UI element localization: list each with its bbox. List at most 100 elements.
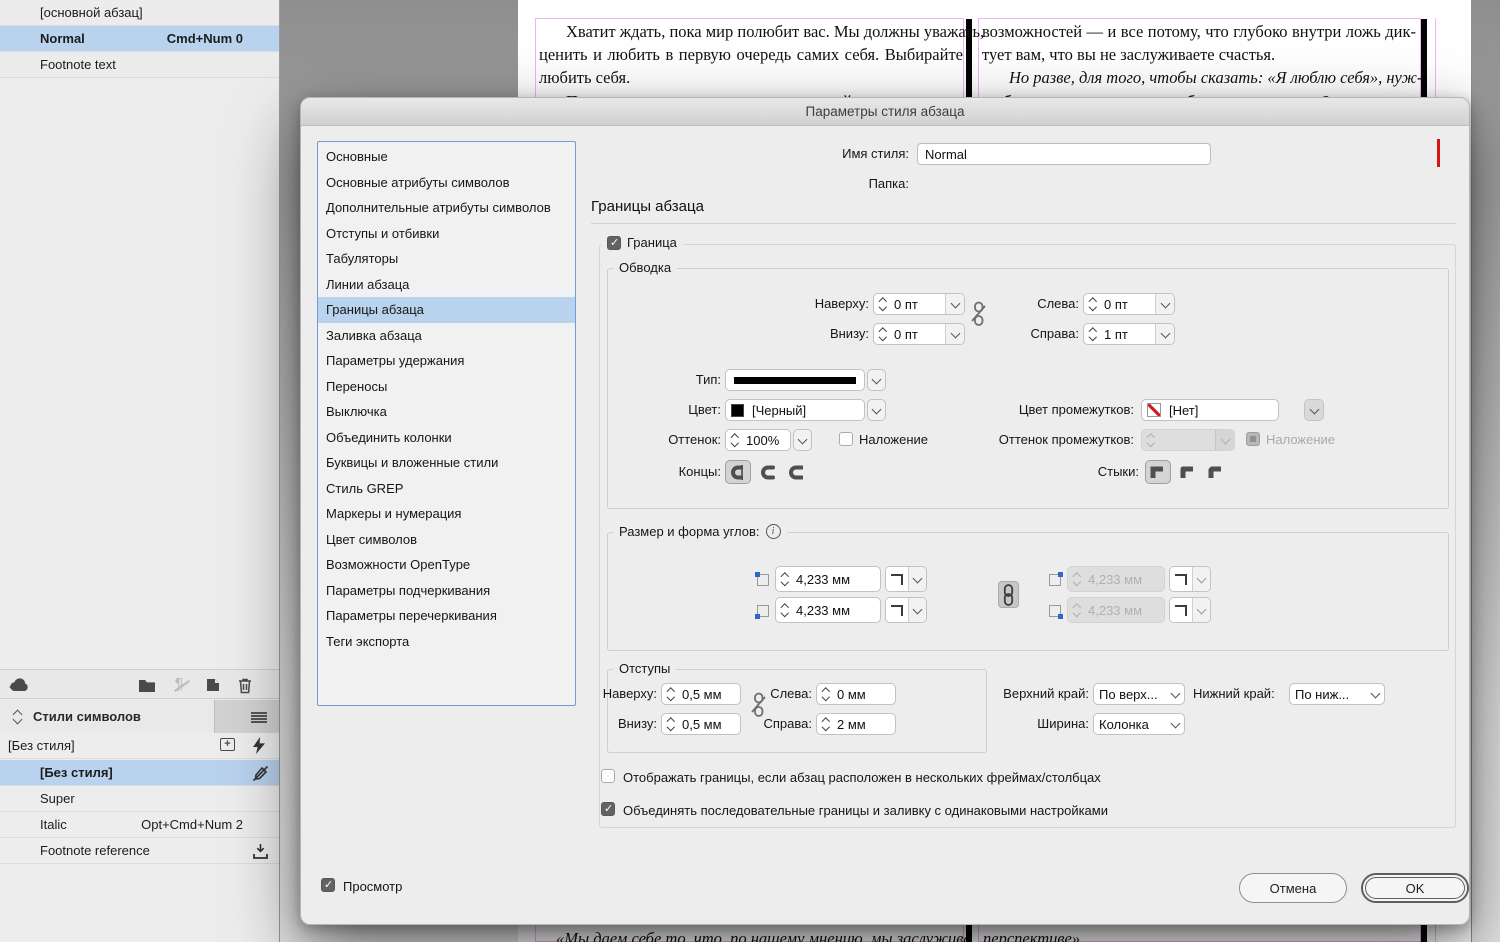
bottom-edge-dropdown[interactable]: По ниж... xyxy=(1289,683,1385,705)
info-icon[interactable] xyxy=(766,524,781,539)
cap-butt-button[interactable] xyxy=(725,460,751,484)
paragraph-style-row[interactable]: [основной абзац] xyxy=(0,0,279,26)
chevron-down-icon[interactable] xyxy=(945,324,964,344)
width-dropdown[interactable]: Колонка xyxy=(1093,713,1185,735)
sidebar-item[interactable]: Основные атрибуты символов xyxy=(318,170,575,196)
preview-checkbox[interactable] xyxy=(321,878,335,892)
new-style-icon[interactable] xyxy=(202,674,224,696)
stroke-left-value[interactable]: 0 пт xyxy=(1101,297,1128,312)
top-edge-dropdown[interactable]: По верх... xyxy=(1093,683,1185,705)
sidebar-item[interactable]: Теги экспорта xyxy=(318,629,575,655)
stroke-type-chevron[interactable] xyxy=(867,369,886,391)
paragraph-style-row[interactable]: Footnote text xyxy=(0,52,279,78)
stroke-right-value[interactable]: 1 пт xyxy=(1101,327,1128,342)
new-style-plus-icon[interactable] xyxy=(220,738,235,751)
corner-topleft-value[interactable]: 4,233 мм xyxy=(793,572,850,587)
sidebar-item[interactable]: Отступы и отбивки xyxy=(318,221,575,247)
trash-icon[interactable] xyxy=(234,674,256,696)
sidebar-item[interactable]: Параметры перечеркивания xyxy=(318,603,575,629)
ok-button[interactable]: OK xyxy=(1361,873,1469,903)
corner-bottomleft-field[interactable]: 4,233 мм xyxy=(775,597,881,623)
gap-color-chevron[interactable] xyxy=(1304,399,1324,421)
stepper[interactable] xyxy=(1084,294,1101,314)
stroke-right-field[interactable]: 1 пт xyxy=(1083,323,1175,345)
sidebar-item[interactable]: Заливка абзаца xyxy=(318,323,575,349)
stroke-top-value[interactable]: 0 пт xyxy=(891,297,918,312)
panel-menu-icon[interactable] xyxy=(251,712,267,714)
stepper[interactable] xyxy=(726,430,743,450)
offset-right-field[interactable]: 2 мм xyxy=(816,713,896,735)
lightning-icon[interactable] xyxy=(253,737,265,757)
collapse-panel-icon[interactable] xyxy=(14,711,21,723)
join-round-button[interactable] xyxy=(1175,460,1201,484)
stepper[interactable] xyxy=(874,324,891,344)
sidebar-item[interactable]: Объединить колонки xyxy=(318,425,575,451)
stroke-left-field[interactable]: 0 пт xyxy=(1083,293,1175,315)
stepper[interactable] xyxy=(817,684,834,704)
tint-value[interactable]: 100% xyxy=(743,433,779,448)
sidebar-item[interactable]: Стиль GREP xyxy=(318,476,575,502)
sidebar-item[interactable]: Цвет символов xyxy=(318,527,575,553)
merge-borders-checkbox[interactable] xyxy=(601,802,615,816)
stroke-bottom-field[interactable]: 0 пт xyxy=(873,323,965,345)
char-style-row[interactable]: Italic Opt+Cmd+Num 2 xyxy=(0,812,279,838)
folder-icon[interactable] xyxy=(136,674,158,696)
clear-overrides-icon[interactable]: ¶ xyxy=(168,674,190,696)
stroke-color-chevron[interactable] xyxy=(867,399,886,421)
char-style-row-selected[interactable]: [Без стиля] xyxy=(0,760,279,786)
gap-color-dropdown[interactable]: [Нет] xyxy=(1141,399,1279,421)
chevron-down-icon[interactable] xyxy=(1155,324,1174,344)
char-style-header-row[interactable]: [Без стиля] xyxy=(0,733,279,759)
tint-field[interactable]: 100% xyxy=(725,429,791,451)
cloud-sync-icon[interactable] xyxy=(8,674,30,696)
tab-character-styles[interactable]: Стили символов xyxy=(0,700,215,733)
sidebar-item[interactable]: Табуляторы xyxy=(318,246,575,272)
dialog-title-bar[interactable]: Параметры стиля абзаца xyxy=(301,98,1469,126)
offset-right-value[interactable]: 2 мм xyxy=(834,717,866,732)
stroke-bottom-value[interactable]: 0 пт xyxy=(891,327,918,342)
sidebar-item[interactable]: Дополнительные атрибуты символов xyxy=(318,195,575,221)
corner-topleft-shape-dropdown[interactable] xyxy=(885,566,927,592)
cap-square-button[interactable] xyxy=(783,460,809,484)
join-bevel-button[interactable] xyxy=(1203,460,1229,484)
link-corners-icon[interactable] xyxy=(998,581,1019,608)
corner-bottomleft-shape-dropdown[interactable] xyxy=(885,597,927,623)
sidebar-item[interactable]: Возможности OpenType xyxy=(318,552,575,578)
stepper[interactable] xyxy=(776,567,793,591)
sidebar-item[interactable]: Переносы xyxy=(318,374,575,400)
chevron-down-icon[interactable] xyxy=(908,598,926,622)
style-name-input[interactable] xyxy=(917,143,1211,165)
chevron-down-icon[interactable] xyxy=(908,567,926,591)
cancel-button[interactable]: Отмена xyxy=(1239,873,1347,903)
chevron-down-icon[interactable] xyxy=(945,294,964,314)
chevron-down-icon[interactable] xyxy=(1155,294,1174,314)
sidebar-item[interactable]: Маркеры и нумерация xyxy=(318,501,575,527)
overprint-checkbox[interactable] xyxy=(839,432,853,446)
stepper[interactable] xyxy=(1084,324,1101,344)
sidebar-item[interactable]: Параметры удержания xyxy=(318,348,575,374)
stepper[interactable] xyxy=(776,598,793,622)
sidebar-item-selected[interactable]: Границы абзаца xyxy=(318,297,575,323)
stroke-color-dropdown[interactable]: [Черный] xyxy=(725,399,865,421)
offset-left-value[interactable]: 0 мм xyxy=(834,687,866,702)
stepper[interactable] xyxy=(662,714,679,734)
corner-topleft-field[interactable]: 4,233 мм xyxy=(775,566,881,592)
sidebar-item[interactable]: Буквицы и вложенные стили xyxy=(318,450,575,476)
stroke-type-dropdown[interactable] xyxy=(725,369,865,391)
display-borders-checkbox[interactable] xyxy=(601,769,615,783)
sidebar-item[interactable]: Параметры подчеркивания xyxy=(318,578,575,604)
char-style-row[interactable]: Footnote reference xyxy=(0,838,279,864)
sidebar-item[interactable]: Выключка xyxy=(318,399,575,425)
sidebar-item[interactable]: Основные xyxy=(318,144,575,170)
join-miter-button[interactable] xyxy=(1145,460,1171,484)
cap-round-button[interactable] xyxy=(755,460,781,484)
offset-left-field[interactable]: 0 мм xyxy=(816,683,896,705)
tint-chevron[interactable] xyxy=(793,429,812,451)
stepper[interactable] xyxy=(662,684,679,704)
stepper[interactable] xyxy=(874,294,891,314)
sidebar-item[interactable]: Линии абзаца xyxy=(318,272,575,298)
corner-bottomleft-value[interactable]: 4,233 мм xyxy=(793,603,850,618)
border-checkbox[interactable] xyxy=(607,236,621,250)
stepper[interactable] xyxy=(817,714,834,734)
paragraph-style-row-selected[interactable]: Normal Cmd+Num 0 xyxy=(0,26,279,52)
